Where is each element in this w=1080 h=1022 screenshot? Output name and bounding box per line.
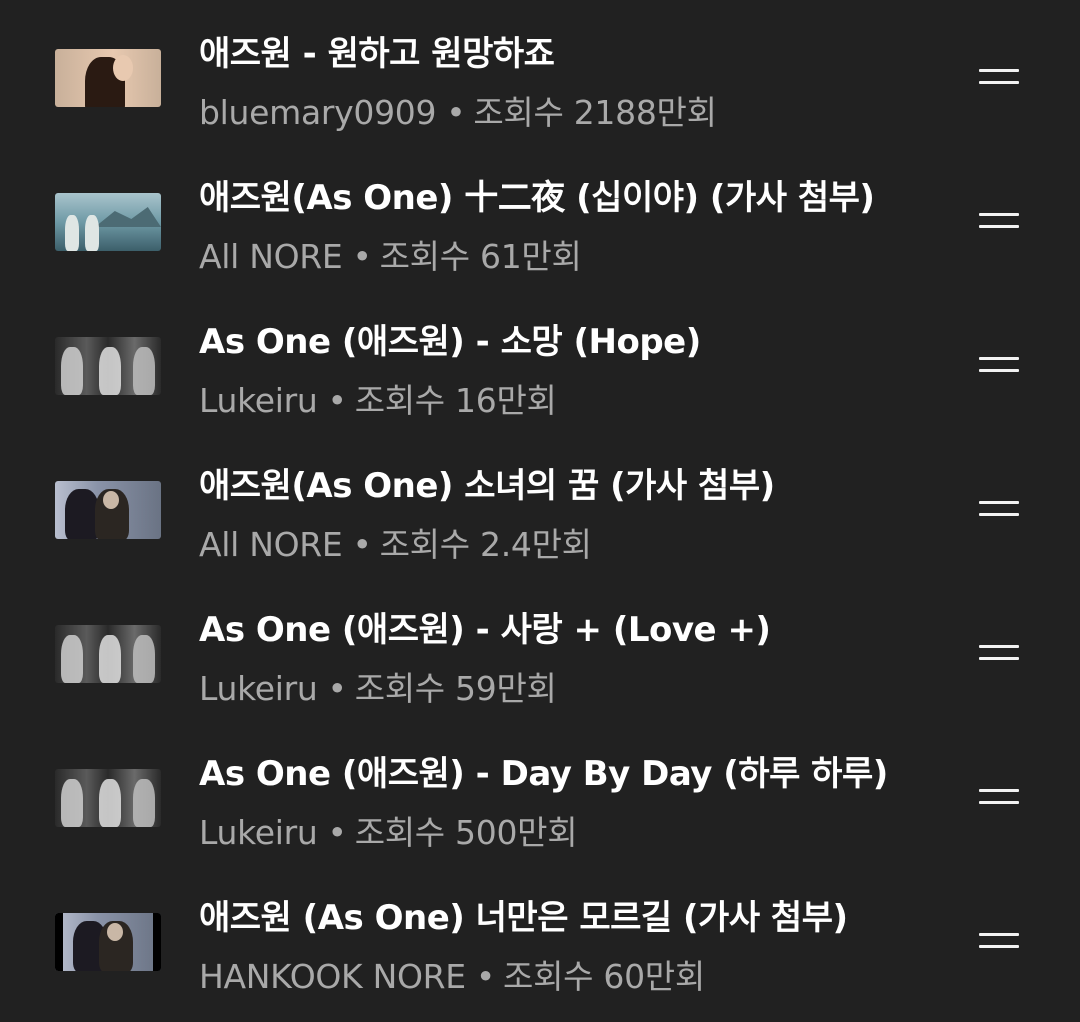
playlist-item[interactable]: 애즈원(As One) 소녀의 꿈 (가사 첨부) All NORE • 조회수 2.… <box>0 436 1080 580</box>
video-title[interactable]: As One (애즈원) - 소망 (Hope) <box>199 314 701 363</box>
video-thumbnail[interactable] <box>55 769 161 827</box>
playlist: 애즈원 - 원하고 원망하죠 bluemary0909 • 조회수 2188만회 애즈원… <box>0 0 1080 1022</box>
drag-handle-icon[interactable] <box>979 933 1019 949</box>
view-count: 조회수 16만회 <box>354 381 557 420</box>
video-meta: HANKOOK NORE • 조회수 60만회 <box>199 950 705 998</box>
view-count: 조회수 59만회 <box>354 669 557 708</box>
playlist-item[interactable]: 애즈원(As One) 十二夜 (십이야) (가사 첨부) All NORE • 조회… <box>0 148 1080 292</box>
channel-name: HANKOOK NORE <box>199 957 466 996</box>
playlist-item[interactable]: As One (애즈원) - 사랑 + (Love +) Lukeiru • 조회수 … <box>0 580 1080 724</box>
separator-dot: • <box>352 237 372 276</box>
video-meta: bluemary0909 • 조회수 2188만회 <box>199 86 717 134</box>
separator-dot: • <box>327 813 347 852</box>
drag-handle-icon[interactable] <box>979 645 1019 661</box>
playlist-item[interactable]: As One (애즈원) - 소망 (Hope) Lukeiru • 조회수 16만회 <box>0 292 1080 436</box>
video-title[interactable]: 애즈원 - 원하고 원망하죠 <box>199 26 555 75</box>
view-count: 조회수 60만회 <box>503 957 705 996</box>
video-title[interactable]: 애즈원(As One) 소녀의 꿈 (가사 첨부) <box>199 458 775 507</box>
playlist-item[interactable]: 애즈원 (As One) 너만은 모르길 (가사 첨부) HANKOOK NORE… <box>0 868 1080 1012</box>
video-meta: Lukeiru • 조회수 59만회 <box>199 662 557 710</box>
separator-dot: • <box>446 93 466 132</box>
drag-handle-icon[interactable] <box>979 789 1019 805</box>
channel-name: Lukeiru <box>199 813 318 852</box>
video-title[interactable]: 애즈원(As One) 十二夜 (십이야) (가사 첨부) <box>199 170 875 219</box>
channel-name: All NORE <box>199 525 343 564</box>
channel-name: bluemary0909 <box>199 93 437 132</box>
channel-name: Lukeiru <box>199 381 318 420</box>
drag-handle-icon[interactable] <box>979 357 1019 373</box>
video-title[interactable]: As One (애즈원) - 사랑 + (Love +) <box>199 602 771 651</box>
video-thumbnail[interactable] <box>55 913 161 971</box>
video-meta: Lukeiru • 조회수 500만회 <box>199 806 578 854</box>
video-thumbnail[interactable] <box>55 193 161 251</box>
separator-dot: • <box>475 957 496 996</box>
video-thumbnail[interactable] <box>55 49 161 107</box>
channel-name: Lukeiru <box>199 669 318 708</box>
separator-dot: • <box>327 381 347 420</box>
video-meta: All NORE • 조회수 2.4만회 <box>199 518 592 566</box>
view-count: 조회수 61만회 <box>379 237 582 276</box>
video-title[interactable]: As One (애즈원) - Day By Day (하루 하루) <box>199 746 888 795</box>
playlist-item[interactable]: As One (애즈원) - Day By Day (하루 하루) Lukeiru… <box>0 724 1080 868</box>
view-count: 조회수 2.4만회 <box>379 525 592 564</box>
playlist-item[interactable]: 애즈원 - 원하고 원망하죠 bluemary0909 • 조회수 2188만회 <box>0 4 1080 148</box>
drag-handle-icon[interactable] <box>979 501 1019 517</box>
video-meta: Lukeiru • 조회수 16만회 <box>199 374 557 422</box>
drag-handle-icon[interactable] <box>979 213 1019 229</box>
channel-name: All NORE <box>199 237 343 276</box>
separator-dot: • <box>327 669 347 708</box>
video-meta: All NORE • 조회수 61만회 <box>199 230 582 278</box>
separator-dot: • <box>352 525 372 564</box>
video-thumbnail[interactable] <box>55 625 161 683</box>
video-thumbnail[interactable] <box>55 337 161 395</box>
video-thumbnail[interactable] <box>55 481 161 539</box>
view-count: 조회수 2188만회 <box>473 93 717 132</box>
view-count: 조회수 500만회 <box>354 813 578 852</box>
drag-handle-icon[interactable] <box>979 69 1019 85</box>
video-title[interactable]: 애즈원 (As One) 너만은 모르길 (가사 첨부) <box>199 890 848 939</box>
